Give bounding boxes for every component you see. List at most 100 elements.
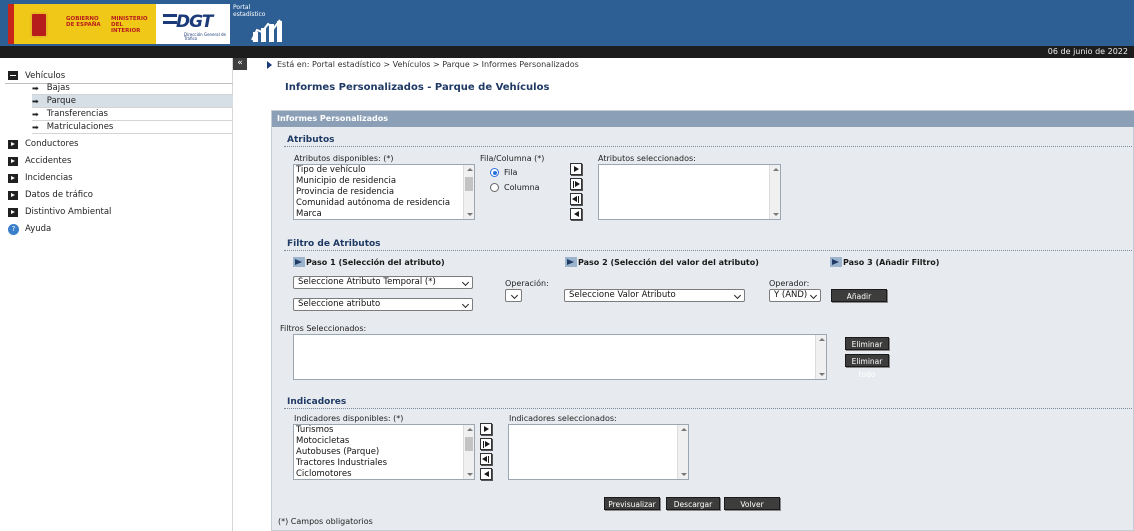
list-item[interactable]: Municipio de residencia xyxy=(294,176,474,187)
panel-header: Informes Personalizados xyxy=(272,111,1134,127)
top-header: GOBIERNO DE ESPAÑA MINISTERIO DEL INTERI… xyxy=(0,0,1134,46)
selected-indicators-list[interactable] xyxy=(508,424,689,480)
radio-fila[interactable]: Fila xyxy=(490,168,517,177)
sidebar-item-distintivo[interactable]: Distintivo Ambiental xyxy=(8,204,233,220)
select-value: Seleccione atributo xyxy=(298,299,381,309)
step-3-label: Paso 3 (Añadir Filtro) xyxy=(830,257,939,267)
sidebar-item-matriculaciones[interactable]: ➡ Matriculaciones xyxy=(32,121,233,134)
radio-label: Fila xyxy=(504,168,518,177)
selected-indicators-label: Indicadores seleccionados: xyxy=(509,414,617,423)
list-item[interactable]: Turismos xyxy=(294,425,474,436)
preview-button[interactable]: Previsualizar xyxy=(604,497,660,510)
sidebar-item-label: Incidencias xyxy=(25,173,73,183)
list-scrollbar[interactable] xyxy=(815,335,826,379)
radio-columna[interactable]: Columna xyxy=(490,183,540,192)
list-item[interactable]: Tractores Industriales xyxy=(294,458,474,469)
available-attributes-label: Atributos disponibles: (*) xyxy=(294,154,394,163)
flag-stripe xyxy=(8,4,14,44)
section-title-atributos: Atributos xyxy=(287,135,335,145)
collapse-sidebar-button[interactable]: « xyxy=(233,58,247,70)
attribute-select[interactable]: Seleccione atributo xyxy=(293,298,473,311)
list-item[interactable]: Autobuses (Parque) xyxy=(294,447,474,458)
sidebar-item-conductores[interactable]: Conductores xyxy=(8,136,233,152)
section-divider xyxy=(284,250,1132,251)
sidebar-item-label: Conductores xyxy=(25,139,79,149)
sidebar-item-label: Datos de tráfico xyxy=(25,190,94,200)
remove-indicator-button[interactable] xyxy=(480,468,492,480)
ministry-text: MINISTERIO DEL INTERIOR xyxy=(111,16,148,34)
sidebar-item-label: Matriculaciones xyxy=(46,122,114,132)
sidebar-item-datos-trafico[interactable]: Datos de tráfico xyxy=(8,187,233,203)
chevron-down-icon xyxy=(461,278,470,287)
remove-all-indicators-button[interactable] xyxy=(480,453,492,465)
list-scrollbar[interactable] xyxy=(677,425,688,479)
breadcrumb-text[interactable]: Está en: Portal estadístico > Vehículos … xyxy=(277,60,579,69)
main-content: Está en: Portal estadístico > Vehículos … xyxy=(247,58,1134,531)
date-bar: 06 de junio de 2022 xyxy=(0,46,1134,58)
list-item[interactable]: Marca xyxy=(294,209,474,219)
section-title-indicadores: Indicadores xyxy=(287,397,347,407)
sidebar-item-ayuda[interactable]: ? Ayuda xyxy=(8,221,233,237)
sidebar-item-label: Vehículos xyxy=(25,70,66,81)
add-filter-button[interactable]: Añadir xyxy=(831,289,887,302)
list-item[interactable]: Provincia de residencia xyxy=(294,187,474,198)
section-title-filtro: Filtro de Atributos xyxy=(287,239,381,249)
fila-columna-label: Fila/Columna (*) xyxy=(480,154,545,163)
sidebar-item-bajas[interactable]: ➡ Bajas xyxy=(32,82,233,95)
selected-filters-list[interactable] xyxy=(293,334,827,380)
chevron-down-icon xyxy=(461,300,470,309)
expand-icon xyxy=(8,173,18,183)
expand-icon xyxy=(8,156,18,166)
list-scrollbar[interactable] xyxy=(463,425,474,479)
sidebar-item-label: Ayuda xyxy=(25,224,52,234)
sidebar-item-accidentes[interactable]: Accidentes xyxy=(8,153,233,169)
operator-select[interactable]: Y (AND) xyxy=(769,289,821,302)
portal-chart-icon[interactable] xyxy=(250,18,292,42)
temporal-attribute-select[interactable]: Seleccione Atributo Temporal (*) xyxy=(293,276,473,289)
breadcrumb: Está en: Portal estadístico > Vehículos … xyxy=(267,60,579,69)
sidebar-item-transferencias[interactable]: ➡ Transferencias xyxy=(32,108,233,121)
list-item[interactable]: Motocicletas xyxy=(294,436,474,447)
expand-icon xyxy=(8,190,18,200)
list-item[interactable]: Ciclomotores xyxy=(294,469,474,479)
dgt-logo: DGT xyxy=(176,12,213,32)
operacion-label: Operación: xyxy=(505,279,549,288)
download-button[interactable]: Descargar xyxy=(666,497,720,510)
sidebar-item-incidencias[interactable]: Incidencias xyxy=(8,170,233,186)
chevron-down-icon xyxy=(733,291,742,300)
delete-all-filters-button[interactable]: Eliminar todo xyxy=(845,354,889,379)
selected-attributes-list[interactable] xyxy=(598,164,781,220)
arrow-right-icon: ➡ xyxy=(32,96,39,106)
current-date: 06 de junio de 2022 xyxy=(1047,47,1128,56)
remove-all-attributes-button[interactable] xyxy=(570,193,582,205)
list-item[interactable]: Comunidad autónoma de residencia xyxy=(294,198,474,209)
operation-select[interactable] xyxy=(505,289,522,302)
sidebar-item-parque[interactable]: ➡ Parque xyxy=(32,95,233,108)
report-panel: Informes Personalizados Atributos Atribu… xyxy=(271,110,1134,531)
list-scrollbar[interactable] xyxy=(463,165,474,219)
section-divider xyxy=(284,146,1132,147)
remove-attribute-button[interactable] xyxy=(570,208,582,220)
sidebar-item-label: Accidentes xyxy=(25,156,72,166)
add-attribute-button[interactable] xyxy=(570,163,582,175)
sidebar-item-label: Parque xyxy=(46,96,77,106)
add-all-attributes-button[interactable] xyxy=(570,178,582,190)
government-logo-block[interactable]: GOBIERNO DE ESPAÑA MINISTERIO DEL INTERI… xyxy=(8,4,230,44)
add-all-indicators-button[interactable] xyxy=(480,438,492,450)
radio-label: Columna xyxy=(504,183,540,192)
select-value: Y (AND) xyxy=(774,290,808,300)
delete-filter-button[interactable]: Eliminar xyxy=(845,337,889,350)
radio-unselected-icon xyxy=(490,183,499,192)
selected-attributes-label: Atributos seleccionados: xyxy=(598,154,696,163)
list-scrollbar[interactable] xyxy=(769,165,780,219)
page-title: Informes Personalizados - Parque de Vehí… xyxy=(285,82,550,93)
available-attributes-list[interactable]: Tipo de vehículo Municipio de residencia… xyxy=(293,164,475,220)
expand-icon xyxy=(8,139,18,149)
add-indicator-button[interactable] xyxy=(480,423,492,435)
list-item[interactable]: Tipo de vehículo xyxy=(294,165,474,176)
available-indicators-list[interactable]: Turismos Motocicletas Autobuses (Parque)… xyxy=(293,424,475,480)
attribute-value-select[interactable]: Seleccione Valor Atributo xyxy=(564,289,745,302)
help-icon: ? xyxy=(8,223,19,235)
dgt-bars-icon xyxy=(163,14,177,24)
back-button[interactable]: Volver xyxy=(724,497,780,510)
